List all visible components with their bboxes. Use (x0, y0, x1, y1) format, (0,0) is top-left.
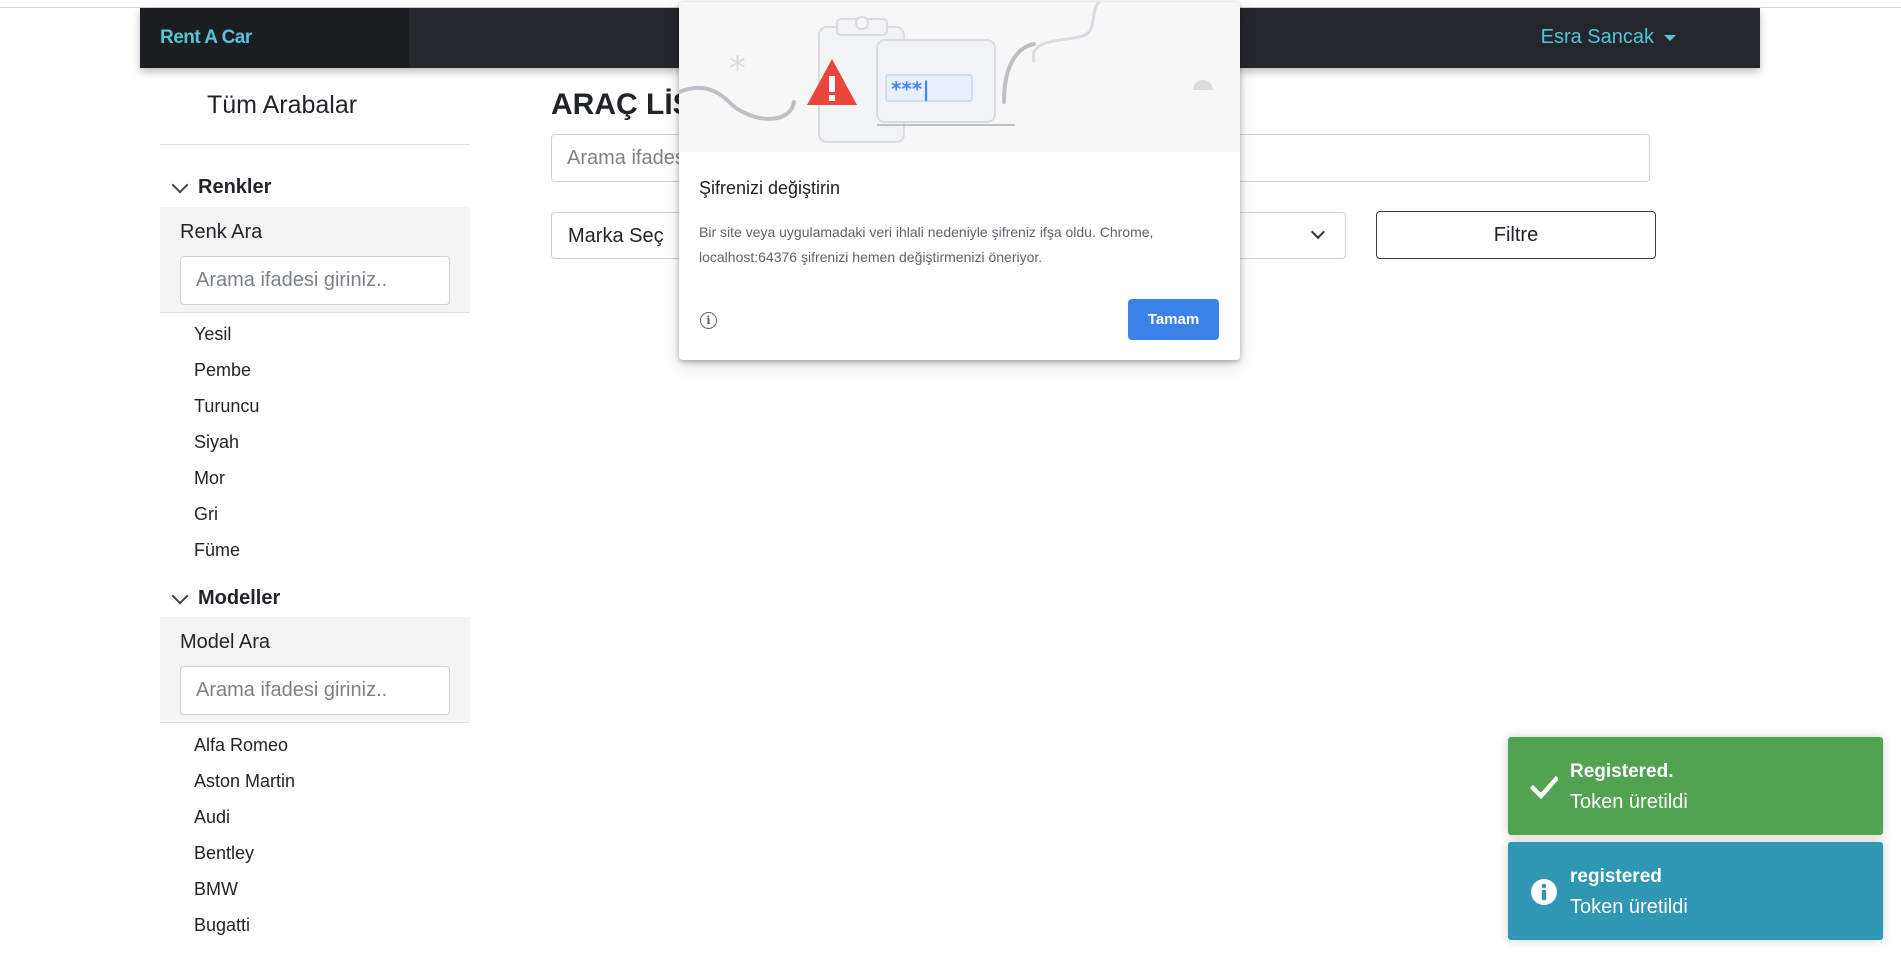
chevron-down-icon (171, 587, 189, 604)
model-item[interactable]: Bentley (194, 835, 295, 871)
model-item[interactable]: Aston Martin (194, 763, 295, 799)
filter-button[interactable]: Filtre (1376, 211, 1656, 259)
model-list: Alfa Romeo Aston Martin Audi Bentley BMW… (194, 727, 295, 943)
color-item[interactable]: Yesil (194, 316, 259, 352)
masked-password-text: ***| (891, 77, 930, 101)
models-section-heading: Modeller (198, 587, 281, 609)
model-search-box: Model Ara (160, 617, 470, 723)
dialog-title: Şifrenizi değiştirin (699, 178, 841, 198)
colors-section-toggle[interactable]: Renkler (170, 176, 271, 199)
color-search-box: Renk Ara (160, 207, 470, 313)
color-list: Yesil Pembe Turuncu Siyah Mor Gri Füme (194, 316, 259, 568)
info-icon (1531, 879, 1557, 905)
color-item[interactable]: Füme (194, 532, 259, 568)
model-item[interactable]: BMW (194, 871, 295, 907)
caret-down-icon[interactable] (1664, 34, 1676, 41)
brand-link[interactable]: Rent A Car (160, 27, 252, 49)
toast-message: Token üretildi (1570, 896, 1688, 918)
chevron-down-icon (171, 176, 189, 193)
password-breach-dialog: * ***| Şifrenizi değiştirin Bir site vey… (679, 2, 1240, 360)
info-toast[interactable]: registered Token üretildi (1508, 842, 1883, 940)
sidebar-title[interactable]: Tüm Arabalar (207, 91, 357, 120)
chevron-down-icon (1310, 224, 1326, 240)
toast-title: registered (1570, 866, 1662, 887)
model-item[interactable]: Audi (194, 799, 295, 835)
user-menu[interactable]: Esra Sancak (1541, 26, 1676, 49)
brand-select-value: Marka Seç (568, 225, 664, 247)
check-icon (1530, 775, 1558, 800)
user-name[interactable]: Esra Sancak (1541, 26, 1654, 49)
color-item[interactable]: Siyah (194, 424, 259, 460)
model-item[interactable]: Alfa Romeo (194, 727, 295, 763)
color-item[interactable]: Mor (194, 460, 259, 496)
models-section-toggle[interactable]: Modeller (170, 587, 280, 610)
color-search-label: Renk Ara (180, 221, 263, 243)
password-warning-illustration-svg: * ***| (679, 2, 1213, 143)
svg-text:*: * (729, 49, 746, 89)
color-item[interactable]: Turuncu (194, 388, 259, 424)
model-search-label: Model Ara (180, 631, 271, 653)
dialog-message: Bir site veya uygulamadaki veri ihlali n… (699, 224, 1154, 265)
toast-title: Registered. (1570, 761, 1674, 782)
color-search-input[interactable] (180, 256, 450, 305)
toast-message: Token üretildi (1570, 791, 1688, 813)
success-toast[interactable]: Registered. Token üretildi (1508, 737, 1883, 835)
color-item[interactable]: Gri (194, 496, 259, 532)
sidebar-divider (160, 144, 470, 145)
ok-button[interactable]: Tamam (1128, 299, 1219, 340)
password-warning-illustration: * ***| (679, 2, 1240, 152)
info-icon[interactable]: i (700, 312, 717, 329)
color-item[interactable]: Pembe (194, 352, 259, 388)
model-search-input[interactable] (180, 666, 450, 715)
colors-section-heading: Renkler (198, 176, 272, 198)
brand-block: Rent A Car (140, 8, 409, 68)
model-item[interactable]: Bugatti (194, 907, 295, 943)
